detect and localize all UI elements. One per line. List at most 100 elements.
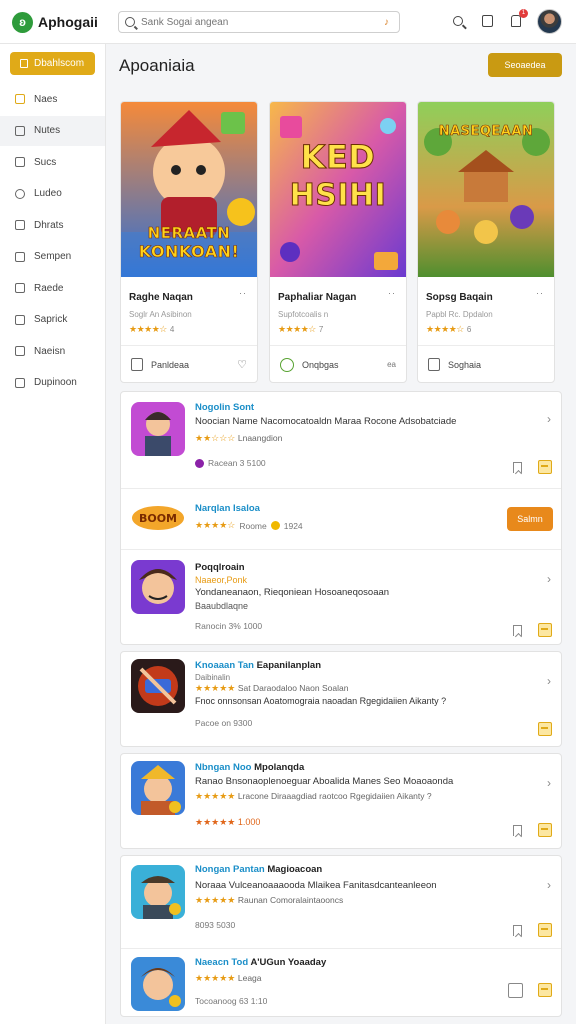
sidebar-item-6[interactable]: Sempen	[0, 242, 105, 272]
list-item[interactable]: BOOM Narqlan Isaloa ★★★★☆ Roome 1924 Sal…	[121, 489, 561, 549]
sidebar-item-8[interactable]: Saprick	[0, 305, 105, 335]
sidebar-item-9[interactable]: Naeisn	[0, 336, 105, 366]
layers-icon	[15, 157, 25, 167]
rating-stars: ★★★★★ Lracone Diraaagdiad raotcoo Rgegid…	[195, 791, 432, 801]
featured-card-2[interactable]: KED HSIHI Paphaliar Nagan ·· Supfotcoali…	[269, 101, 407, 383]
chevron-right-icon[interactable]: ›	[547, 776, 551, 790]
chevron-right-icon[interactable]: ›	[547, 412, 551, 426]
list-item[interactable]: Nogolin Sont Noocian Name Nacomocatoaldn…	[121, 392, 561, 488]
file-icon	[131, 358, 143, 371]
document-icon	[15, 220, 25, 230]
favorite-icon[interactable]: ♡	[237, 358, 247, 371]
list-item[interactable]: Nongan Pantan Magioacoan Noraaa Vulceano…	[121, 856, 561, 948]
chevron-right-icon[interactable]: ›	[547, 572, 551, 586]
notifications-button[interactable]: 1	[508, 9, 528, 29]
avatar[interactable]	[537, 9, 562, 34]
card-footer[interactable]: Panldeaa ♡	[121, 345, 257, 382]
user-icon	[15, 283, 25, 293]
notification-badge: 1	[519, 9, 528, 18]
bookmark-icon[interactable]	[513, 825, 522, 836]
game-thumbnail	[131, 957, 185, 1011]
sidebar-primary-label: Dbahlscom	[34, 58, 85, 69]
list-item[interactable]: Knoaaan Tan Eapanilanplan Daibinalin ★★★…	[121, 652, 561, 746]
game-thumbnail	[131, 402, 185, 456]
game-title: Knoaaan Tan Eapanilanplan	[195, 660, 321, 671]
featured-art: KED HSIHI	[270, 102, 406, 277]
game-thumbnail	[131, 659, 185, 713]
search-icon	[453, 16, 463, 26]
coin-icon	[270, 521, 280, 530]
game-list-card: Nongan Pantan Magioacoan Noraaa Vulceano…	[120, 855, 562, 1017]
game-meta: ★★★★★ 1.000	[195, 817, 261, 827]
rating-value: 4	[169, 325, 175, 334]
list-item[interactable]: Naeacn Tod A'UGun Yoaaday ★★★★★ Leaga To…	[121, 949, 561, 1016]
footer-extra: ea	[387, 360, 396, 369]
downloads-button[interactable]	[479, 13, 495, 29]
checkbox-icon[interactable]	[508, 983, 523, 998]
rating-stars: ★★★★★ Leaga	[195, 973, 262, 983]
sidebar-item-10[interactable]: Dupinoon	[0, 368, 105, 398]
app-name: Aphogaii	[38, 14, 98, 30]
save-icon[interactable]	[538, 983, 552, 997]
save-icon[interactable]	[538, 623, 552, 637]
sidebar-item-7[interactable]: Raede	[0, 273, 105, 303]
game-title: Sopsg Baqain	[426, 292, 493, 303]
list-item[interactable]: Nbngan Noo Mpolanqda Ranao Bnsonaoplenoe…	[121, 754, 561, 848]
game-subtitle: Supfotcoalis n	[278, 310, 329, 319]
header-action-button[interactable]: Seoaedea	[488, 53, 562, 77]
featured-card-1[interactable]: NERAATN KONKOAN! Raghe Naqan ·· Soglr An…	[120, 101, 258, 383]
rating-stars: ★★★★★ Sat Daraodaloo Naon Soalan	[195, 683, 349, 693]
bookmark-icon[interactable]	[513, 462, 522, 473]
save-icon[interactable]	[538, 722, 552, 736]
search-bar[interactable]: ♪	[118, 11, 400, 33]
clock-icon	[15, 188, 25, 199]
sidebar-primary-button[interactable]: Dbahlscom	[10, 52, 95, 75]
sidebar-item-label: Naes	[34, 93, 58, 105]
search-button[interactable]	[450, 13, 466, 29]
game-list-card: Nbngan Noo Mpolanqda Ranao Bnsonaoplenoe…	[120, 753, 562, 849]
game-description: Ranao Bnsonaoplenoeguar Aboalida Manes S…	[195, 776, 454, 787]
featured-art: NASEQEAAN	[418, 102, 554, 277]
game-description: Fnoc onnsonsan Aoatomograia naoadan Rgeg…	[195, 696, 447, 706]
art-title-1: NASEQEAAN	[438, 124, 534, 140]
game-thumbnail: BOOM	[131, 492, 185, 546]
save-icon[interactable]	[538, 460, 552, 474]
rating-value: 6	[466, 325, 472, 334]
sidebar: Dbahlscom Naes Nutes Sucs Ludeo Dhrats S…	[0, 44, 106, 1024]
svg-text:BOOM: BOOM	[139, 512, 177, 525]
rating-value: 7	[318, 325, 324, 334]
sidebar-item-4[interactable]: Ludeo	[0, 179, 105, 209]
chevron-right-icon[interactable]: ›	[547, 878, 551, 892]
home-icon	[15, 94, 25, 104]
install-button[interactable]: Salmn	[507, 507, 553, 531]
save-icon[interactable]	[538, 923, 552, 937]
sidebar-item-3[interactable]: Sucs	[0, 147, 105, 177]
art-title-2: HSIHI	[289, 178, 387, 214]
featured-art: NERAATN KONKOAN!	[121, 102, 257, 277]
sidebar-item-1[interactable]: Naes	[0, 84, 105, 114]
game-title: Poqqlroain	[195, 562, 245, 573]
page-title: Apoaniaia	[119, 56, 195, 75]
card-footer[interactable]: Soghaia	[418, 345, 554, 382]
more-icon[interactable]: ··	[388, 288, 396, 298]
search-icon	[125, 17, 135, 27]
game-title: Naeacn Tod A'UGun Yoaaday	[195, 957, 327, 968]
chevron-right-icon[interactable]: ›	[547, 674, 551, 688]
card-footer[interactable]: Onqbgas ea	[270, 345, 406, 382]
search-input[interactable]	[141, 16, 384, 28]
sidebar-item-label: Raede	[34, 282, 64, 294]
list-item[interactable]: Poqqlroain Naaeor,Ponk Yondaneanaon, Rie…	[121, 550, 561, 644]
app-logo[interactable]: ʚ Aphogaii	[12, 11, 98, 33]
save-icon[interactable]	[538, 823, 552, 837]
more-icon[interactable]: ··	[239, 288, 247, 298]
sidebar-item-2[interactable]: Nutes	[0, 115, 105, 146]
game-description: Yondaneanaon, Rieqoniean Hosoaneqosoaan	[195, 587, 390, 598]
sidebar-item-5[interactable]: Dhrats	[0, 210, 105, 240]
mic-icon[interactable]: ♪	[384, 17, 393, 28]
game-subtitle: Papbl Rc. Dpdalon	[426, 310, 493, 319]
more-icon[interactable]: ··	[536, 288, 544, 298]
bookmark-icon[interactable]	[513, 625, 522, 636]
featured-card-3[interactable]: NASEQEAAN Sopsg Baqain ·· Papbl Rc. Dpda…	[417, 101, 555, 383]
game-title: Narqlan Isaloa	[195, 503, 260, 514]
bookmark-icon[interactable]	[513, 925, 522, 936]
